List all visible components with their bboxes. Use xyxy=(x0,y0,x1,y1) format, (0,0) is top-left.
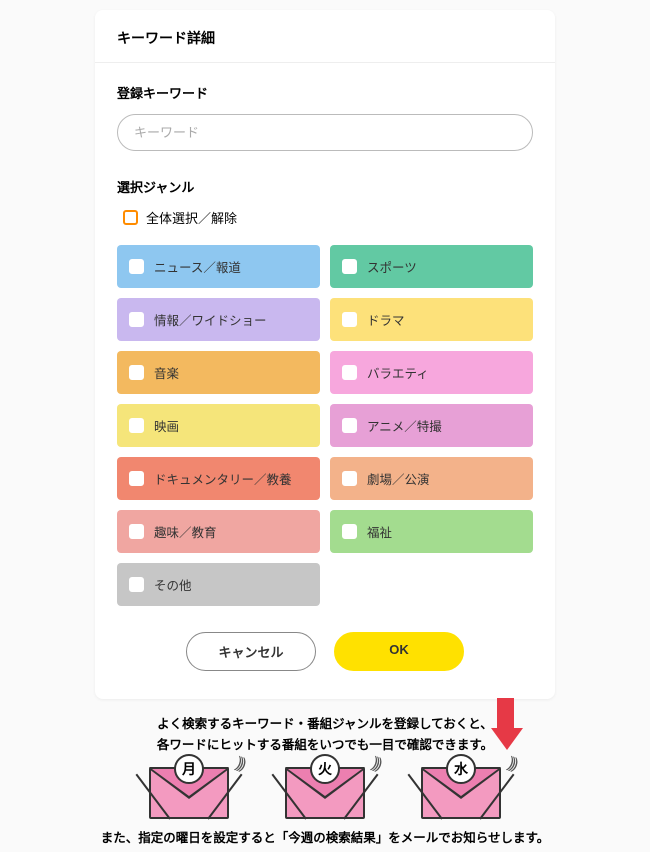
genre-checkbox[interactable] xyxy=(129,259,144,274)
select-all-label: 全体選択／解除 xyxy=(146,208,237,227)
ok-button[interactable]: OK xyxy=(334,632,464,671)
genre-item[interactable]: アニメ／特撮 xyxy=(330,404,533,447)
envelope-row: )))月 )))火 )))水 xyxy=(55,767,595,819)
genre-checkbox[interactable] xyxy=(342,524,357,539)
genre-item[interactable]: 趣味／教育 xyxy=(117,510,320,553)
keyword-input[interactable] xyxy=(117,114,533,151)
genre-label: ニュース／報道 xyxy=(154,257,241,276)
genre-label: 劇場／公演 xyxy=(367,469,430,488)
genre-item[interactable]: ドキュメンタリー／教養 xyxy=(117,457,320,500)
genre-label: ドキュメンタリー／教養 xyxy=(154,469,292,488)
card-header: キーワード詳細 xyxy=(95,10,555,63)
genre-label: バラエティ xyxy=(367,363,429,382)
genre-item[interactable]: スポーツ xyxy=(330,245,533,288)
genre-item[interactable]: その他 xyxy=(117,563,320,606)
cancel-button[interactable]: キャンセル xyxy=(186,632,316,671)
genre-label: 福祉 xyxy=(367,522,392,541)
genre-item[interactable]: ドラマ xyxy=(330,298,533,341)
genre-label: アニメ／特撮 xyxy=(367,416,442,435)
genre-checkbox[interactable] xyxy=(129,471,144,486)
genre-item[interactable]: 福祉 xyxy=(330,510,533,553)
genre-checkbox[interactable] xyxy=(129,577,144,592)
genre-label: 情報／ワイドショー xyxy=(154,310,267,329)
genre-label: ドラマ xyxy=(367,310,405,329)
card-body: 登録キーワード 選択ジャンル 全体選択／解除 ニュース／報道 スポーツ情報／ワイド… xyxy=(95,63,555,675)
genre-item[interactable]: ニュース／報道 xyxy=(117,245,320,288)
genre-grid: ニュース／報道 スポーツ情報／ワイドショー ドラマ音楽 バラエティ映画 アニメ／特撮ドキ… xyxy=(117,245,533,606)
keyword-section-label: 登録キーワード xyxy=(117,83,533,102)
envelope-day-label: 月 xyxy=(174,754,204,784)
genre-checkbox[interactable] xyxy=(342,471,357,486)
genre-checkbox[interactable] xyxy=(342,418,357,433)
button-row: キャンセル OK xyxy=(117,632,533,671)
genre-item[interactable]: 劇場／公演 xyxy=(330,457,533,500)
arrow-down-icon xyxy=(491,698,519,756)
envelope-item: )))水 xyxy=(421,767,501,819)
genre-checkbox[interactable] xyxy=(342,312,357,327)
signal-icon: ))) xyxy=(233,754,246,773)
info-block: よく検索するキーワード・番組ジャンルを登録しておくと、 各ワードにヒットする番組… xyxy=(55,714,595,846)
genre-label: 音楽 xyxy=(154,363,179,382)
envelope-day-label: 水 xyxy=(446,754,476,784)
genre-label: スポーツ xyxy=(367,257,417,276)
genre-checkbox[interactable] xyxy=(129,365,144,380)
genre-item[interactable]: 映画 xyxy=(117,404,320,447)
keyword-detail-card: キーワード詳細 登録キーワード 選択ジャンル 全体選択／解除 ニュース／報道 スポ… xyxy=(95,10,555,699)
genre-label: その他 xyxy=(154,575,192,594)
signal-icon: ))) xyxy=(505,754,518,773)
genre-section: 選択ジャンル 全体選択／解除 ニュース／報道 スポーツ情報／ワイドショー ドラマ音楽… xyxy=(117,177,533,606)
genre-label: 趣味／教育 xyxy=(154,522,217,541)
genre-checkbox[interactable] xyxy=(129,524,144,539)
select-all-checkbox[interactable] xyxy=(123,210,138,225)
select-all-row[interactable]: 全体選択／解除 xyxy=(117,208,533,227)
envelope-item: )))火 xyxy=(285,767,365,819)
genre-item[interactable]: 音楽 xyxy=(117,351,320,394)
card-title: キーワード詳細 xyxy=(117,28,533,48)
genre-checkbox[interactable] xyxy=(129,418,144,433)
genre-checkbox[interactable] xyxy=(129,312,144,327)
genre-checkbox[interactable] xyxy=(342,365,357,380)
genre-label: 映画 xyxy=(154,416,179,435)
genre-section-label: 選択ジャンル xyxy=(117,177,533,196)
envelope-item: )))月 xyxy=(149,767,229,819)
genre-checkbox[interactable] xyxy=(342,259,357,274)
signal-icon: ))) xyxy=(369,754,382,773)
info-footer: また、指定の曜日を設定すると「今週の検索結果」をメールでお知らせします。 xyxy=(55,827,595,846)
genre-item[interactable]: 情報／ワイドショー xyxy=(117,298,320,341)
genre-item[interactable]: バラエティ xyxy=(330,351,533,394)
envelope-day-label: 火 xyxy=(310,754,340,784)
